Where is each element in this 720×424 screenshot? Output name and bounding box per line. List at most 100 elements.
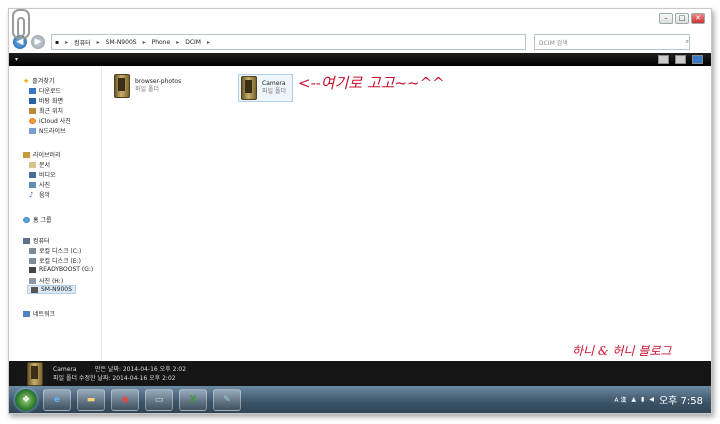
pictures-icon bbox=[29, 181, 36, 188]
details-created-label: 만든 날짜: bbox=[94, 365, 121, 373]
folder-camera[interactable]: Camera 파일 폴더 bbox=[238, 74, 293, 102]
phone-device-icon bbox=[31, 286, 38, 293]
organize-dropdown-icon[interactable]: ▾ bbox=[15, 56, 18, 63]
sidebar-group-network[interactable]: 네트워크 bbox=[23, 309, 55, 318]
sidebar-item-drive-g[interactable]: READYBOOST (G:) bbox=[29, 266, 93, 273]
breadcrumb-separator: ▸ bbox=[176, 38, 180, 46]
phone-folder-icon bbox=[114, 74, 130, 98]
download-icon bbox=[29, 87, 36, 94]
taskbar-app-icon[interactable]: ▭ bbox=[145, 388, 173, 411]
sidebar-item-label: 비디오 bbox=[39, 172, 56, 179]
sidebar-group-libraries[interactable]: 라이브러리 bbox=[23, 150, 61, 159]
sidebar-item-recent[interactable]: 최근 위치 bbox=[29, 106, 63, 115]
sidebar-item-music[interactable]: ♪ 음악 bbox=[29, 190, 50, 199]
sidebar-item-desktop[interactable]: 바탕 화면 bbox=[29, 96, 63, 105]
computer-icon bbox=[23, 237, 30, 244]
forward-button[interactable]: ▶ bbox=[31, 35, 45, 49]
sidebar-group-favorites[interactable]: ★ 즐겨찾기 bbox=[23, 76, 54, 85]
network-tray-icon[interactable]: ▮ bbox=[641, 396, 644, 403]
details-type: 파일 폴더 bbox=[53, 374, 77, 382]
breadcrumb-separator: ▸ bbox=[65, 38, 69, 46]
folder-browser-photos[interactable]: browser-photos 파일 폴더 bbox=[114, 74, 181, 98]
sidebar-item-label: 로컬 디스크 (C:) bbox=[39, 248, 82, 255]
breadcrumb-dcim[interactable]: DCIM bbox=[185, 39, 201, 46]
sidebar-item-label: N드라이브 bbox=[39, 128, 66, 135]
address-bar[interactable]: ▪ ▸ 컴퓨터 ▸ SM-N900S ▸ Phone ▸ DCIM ▸ bbox=[51, 34, 526, 50]
sidebar-item-icloud[interactable]: iCloud 사진 bbox=[29, 116, 71, 125]
command-bar: ▾ bbox=[9, 53, 711, 66]
screenshot-frame: – □ ✕ ◀ ▶ ▪ ▸ 컴퓨터 ▸ SM-N900S ▸ Phone ▸ D… bbox=[8, 8, 712, 414]
system-tray: A 漢 ▲ ▮ ◀ 오후 7:58 bbox=[614, 392, 703, 407]
sidebar-item-pictures[interactable]: 사진 bbox=[29, 180, 50, 189]
search-icon: ⌕ bbox=[685, 38, 689, 45]
library-icon bbox=[23, 151, 30, 158]
navigation-pane: ★ 즐겨찾기 다운로드 바탕 화면 최근 위치 iCloud 사진 N드라이브 … bbox=[9, 66, 102, 361]
breadcrumb-phone[interactable]: Phone bbox=[152, 39, 171, 46]
folder-name: browser-photos bbox=[135, 78, 182, 85]
sidebar-group-homegroup[interactable]: 홈 그룹 bbox=[23, 215, 51, 224]
taskbar-ie-icon[interactable]: e bbox=[43, 388, 71, 411]
sidebar-item-label: iCloud 사진 bbox=[39, 118, 71, 125]
documents-icon bbox=[29, 161, 36, 168]
ndrive-icon bbox=[29, 127, 36, 134]
sidebar-item-drive-c[interactable]: 로컬 디스크 (C:) bbox=[29, 246, 81, 255]
breadcrumb-separator: ▸ bbox=[142, 38, 146, 46]
tray-icon[interactable]: ▲ bbox=[631, 396, 636, 403]
search-input[interactable]: DCIM 검색 ⌕ bbox=[534, 34, 690, 50]
star-icon: ★ bbox=[23, 76, 30, 85]
help-icon[interactable] bbox=[692, 55, 703, 64]
sidebar-group-label: 네트워크 bbox=[33, 311, 56, 318]
desktop-icon bbox=[29, 97, 36, 104]
sidebar-item-label: 문서 bbox=[39, 162, 51, 169]
handwritten-annotation: <--여기로 고고~~^^ bbox=[298, 74, 445, 92]
sidebar-item-drive-h[interactable]: 사진 (H:) bbox=[29, 276, 63, 285]
details-modified-label: 수정한 날짜: bbox=[78, 374, 111, 382]
hard-drive-icon bbox=[29, 257, 36, 264]
maximize-button[interactable]: □ bbox=[675, 13, 689, 24]
sidebar-item-documents[interactable]: 문서 bbox=[29, 160, 50, 169]
phone-folder-icon bbox=[241, 76, 257, 100]
usb-drive-icon bbox=[29, 266, 36, 273]
phone-folder-icon bbox=[27, 361, 43, 386]
breadcrumb-device[interactable]: SM-N900S bbox=[106, 39, 137, 46]
title-bar: – □ ✕ bbox=[9, 9, 711, 31]
view-options-icon[interactable] bbox=[658, 55, 669, 64]
sidebar-item-label: READYBOOST (G:) bbox=[39, 266, 94, 273]
removable-drive-icon bbox=[29, 277, 36, 284]
sidebar-item-label: 바탕 화면 bbox=[39, 98, 63, 105]
taskbar-feather-icon[interactable]: ✎ bbox=[213, 388, 241, 411]
preview-pane-icon[interactable] bbox=[675, 55, 686, 64]
start-button[interactable]: ❖ bbox=[15, 388, 37, 411]
taskbar-explorer-icon[interactable]: ▬ bbox=[77, 388, 105, 411]
folder-type: 파일 폴더 bbox=[262, 88, 286, 95]
breadcrumb-computer[interactable]: 컴퓨터 bbox=[74, 38, 91, 47]
sidebar-item-device[interactable]: SM-N900S bbox=[27, 285, 76, 294]
minimize-button[interactable]: – bbox=[659, 13, 673, 24]
details-pane: Camera 만든 날짜: 2014-04-16 오후 2:02 파일 폴더 수… bbox=[9, 361, 711, 386]
paperclip-icon bbox=[12, 9, 30, 39]
sidebar-item-downloads[interactable]: 다운로드 bbox=[29, 86, 61, 95]
recent-places-icon bbox=[29, 107, 36, 114]
sidebar-group-computer[interactable]: 컴퓨터 bbox=[23, 236, 50, 245]
sidebar-group-label: 컴퓨터 bbox=[33, 238, 50, 245]
blog-watermark: 하니 & 허니 블로그 bbox=[572, 344, 672, 358]
taskbar: ❖ e ▬ ◉ ▭ X ✎ A 漢 ▲ ▮ ◀ 오후 7:58 bbox=[9, 386, 711, 413]
icloud-photos-icon bbox=[29, 117, 36, 124]
clock[interactable]: 오후 7:58 bbox=[659, 392, 703, 407]
sidebar-item-label: 사진 (H:) bbox=[39, 278, 64, 285]
sidebar-item-ndrive[interactable]: N드라이브 bbox=[29, 126, 66, 135]
taskbar-excel-icon[interactable]: X bbox=[179, 388, 207, 411]
details-created-value: 2014-04-16 오후 2:02 bbox=[122, 365, 187, 373]
sidebar-item-videos[interactable]: 비디오 bbox=[29, 170, 56, 179]
details-text: Camera 만든 날짜: 2014-04-16 오후 2:02 파일 폴더 수… bbox=[53, 365, 186, 383]
sidebar-item-label: 다운로드 bbox=[39, 88, 62, 95]
folder-name: Camera bbox=[262, 80, 286, 87]
address-row: ◀ ▶ ▪ ▸ 컴퓨터 ▸ SM-N900S ▸ Phone ▸ DCIM ▸ … bbox=[9, 31, 711, 53]
ime-indicator[interactable]: A 漢 bbox=[614, 395, 626, 404]
taskbar-chrome-icon[interactable]: ◉ bbox=[111, 388, 139, 411]
sidebar-item-drive-e[interactable]: 로컬 디스크 (E:) bbox=[29, 256, 81, 265]
close-button[interactable]: ✕ bbox=[691, 13, 705, 24]
network-icon bbox=[23, 310, 30, 317]
homegroup-icon bbox=[23, 216, 30, 223]
volume-icon[interactable]: ◀ bbox=[649, 396, 654, 403]
